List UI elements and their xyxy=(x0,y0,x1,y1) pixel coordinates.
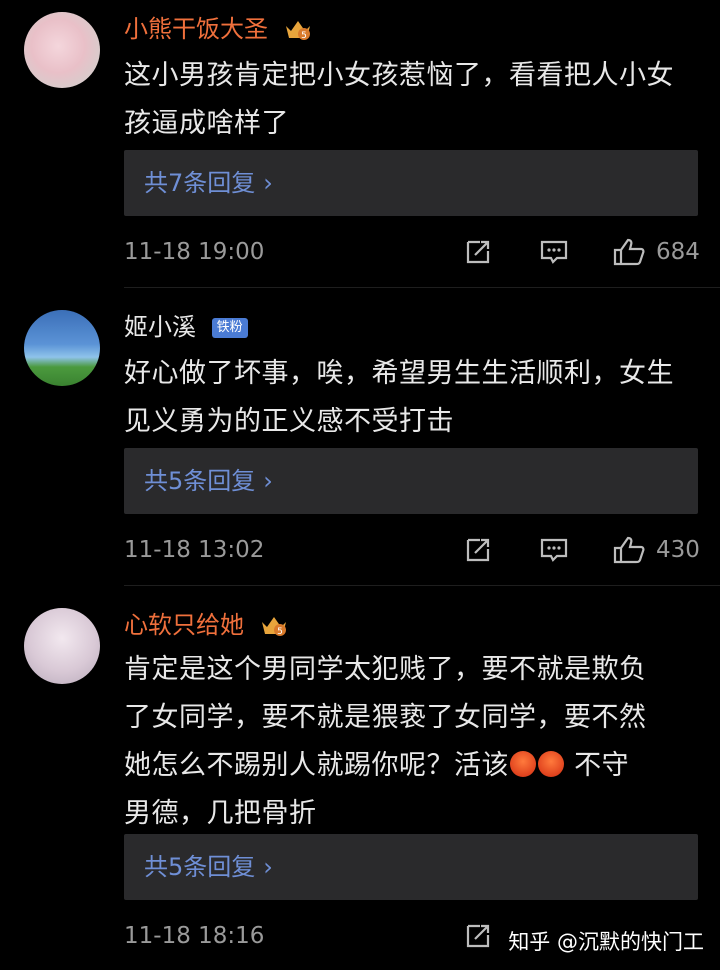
avatar[interactable] xyxy=(24,12,100,88)
username[interactable]: 心软只给她 xyxy=(124,611,244,639)
like-count: 684 xyxy=(656,239,700,265)
replies-button[interactable]: 共5条回复 › xyxy=(124,834,698,900)
username-row: 姬小溪 铁粉 xyxy=(124,312,248,342)
timestamp: 11-18 13:02 xyxy=(124,537,265,563)
chevron-right-icon: › xyxy=(263,169,273,197)
username[interactable]: 姬小溪 xyxy=(124,313,196,341)
watermark: 知乎 @沉默的快门工 xyxy=(508,930,704,954)
comment-text-line: 她怎么不踢别人就踢你呢？活该 不守 xyxy=(124,750,630,781)
username-row: 心软只给她 5 xyxy=(124,610,288,640)
chevron-right-icon: › xyxy=(263,853,273,881)
comment-text: 肯定是这个男同学太犯贱了，要不就是欺负 了女同学，要不就是猥亵了女同学，要不然 … xyxy=(124,646,700,838)
replies-button[interactable]: 共5条回复 › xyxy=(124,448,698,514)
like-count: 430 xyxy=(656,537,700,563)
timestamp: 11-18 18:16 xyxy=(124,923,265,949)
comment-text-line: 肯定是这个男同学太犯贱了，要不就是欺负 xyxy=(124,654,647,685)
comment-meta: 11-18 19:00 684 xyxy=(124,232,700,272)
comment-text: 好心做了坏事，唉，希望男生生活顺利，女生见义勇为的正义感不受打击 xyxy=(124,358,674,437)
divider xyxy=(124,287,720,288)
comment-text-line: 男德，几把骨折 xyxy=(124,798,317,829)
replies-label: 共7条回复 › xyxy=(144,169,273,197)
username[interactable]: 小熊干饭大圣 xyxy=(124,15,268,43)
crown-badge-icon: 5 xyxy=(261,617,286,637)
replies-button[interactable]: 共7条回复 › xyxy=(124,150,698,216)
timestamp: 11-18 19:00 xyxy=(124,239,265,265)
share-icon[interactable] xyxy=(464,923,492,949)
chevron-right-icon: › xyxy=(263,467,273,495)
replies-label: 共5条回复 › xyxy=(144,853,273,881)
comment-text-line: 了女同学，要不就是猥亵了女同学，要不然 xyxy=(124,702,647,733)
avatar[interactable] xyxy=(24,608,100,684)
svg-text:5: 5 xyxy=(301,31,307,41)
comment-icon[interactable] xyxy=(539,537,569,563)
angry-face-emoji-icon xyxy=(538,751,564,777)
share-icon[interactable] xyxy=(464,537,492,563)
fan-badge: 铁粉 xyxy=(211,318,248,338)
angry-face-emoji-icon xyxy=(510,751,536,777)
divider xyxy=(124,585,720,586)
avatar[interactable] xyxy=(24,310,100,386)
comment-text: 这小男孩肯定把小女孩惹恼了，看看把人小女孩逼成啥样了 xyxy=(124,60,674,139)
like-icon[interactable] xyxy=(612,237,646,267)
replies-label: 共5条回复 › xyxy=(144,467,273,495)
comment-thread-screen: { "comments": [ { "username": "小熊干饭大圣", … xyxy=(0,0,720,970)
comment-icon[interactable] xyxy=(539,239,569,265)
like-icon[interactable] xyxy=(612,535,646,565)
svg-text:5: 5 xyxy=(277,627,283,637)
username-row: 小熊干饭大圣 5 xyxy=(124,14,312,44)
comment-meta: 11-18 13:02 430 xyxy=(124,530,700,570)
crown-badge-icon: 5 xyxy=(285,21,310,41)
share-icon[interactable] xyxy=(464,239,492,265)
